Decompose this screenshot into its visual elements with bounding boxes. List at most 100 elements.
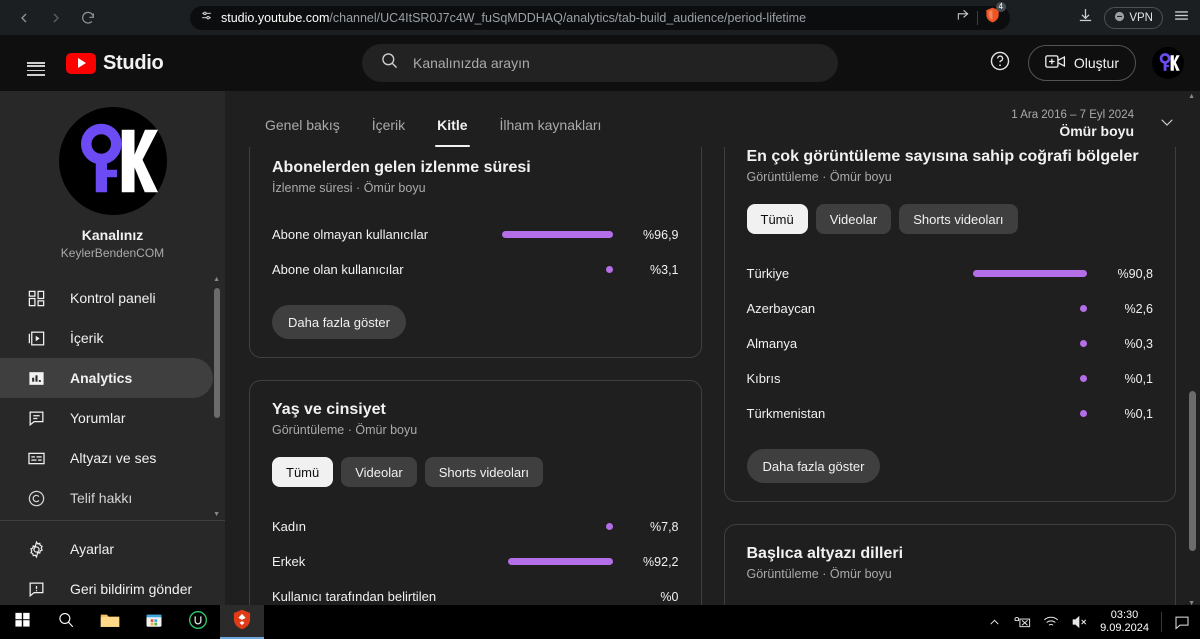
url-host: studio.youtube.com <box>221 10 330 25</box>
chip-videos[interactable]: Videolar <box>815 204 892 234</box>
vpn-button[interactable]: VPN <box>1104 6 1163 29</box>
clock[interactable]: 03:30 9.09.2024 <box>1100 609 1149 635</box>
sidebar-bottom-nav: Ayarlar Geri bildirim gönder <box>0 521 225 609</box>
site-settings-icon[interactable] <box>200 9 213 27</box>
row-label: Kıbrıs <box>746 371 781 386</box>
card-title: Başlıca altyazı dilleri <box>746 545 904 562</box>
studio-logo[interactable]: Studio <box>66 52 164 75</box>
tab-overview[interactable]: Genel bakış <box>249 117 356 147</box>
taskbar-brave-browser[interactable] <box>220 605 264 639</box>
back-arrow-icon <box>16 10 32 26</box>
date-range-selector[interactable]: 1 Ara 2016 – 7 Eyl 2024 Ömür boyu <box>1011 109 1176 139</box>
sidebar-item-label: Geri bildirim gönder <box>70 581 193 597</box>
studio-header: Studio Kanalınızda arayın Oluştur <box>0 35 1200 91</box>
chip-shorts[interactable]: Shorts videoları <box>899 204 1018 234</box>
left-column: Abonelerden gelen izlenme süresi İzlenme… <box>249 147 702 609</box>
tab-content[interactable]: İçerik <box>356 117 421 147</box>
data-row: Abone olmayan kullanıcılar %96,9 <box>272 217 679 252</box>
channel-avatar-icon <box>62 111 163 211</box>
taskbar-u-app[interactable] <box>176 605 220 639</box>
u-app-icon <box>188 610 208 635</box>
tab-inspiration[interactable]: İlham kaynakları <box>484 117 618 147</box>
row-bar-track <box>807 340 1097 347</box>
search-input[interactable]: Kanalınızda arayın <box>362 44 838 82</box>
taskbar-search-button[interactable] <box>44 605 88 639</box>
row-bar-track <box>315 558 622 565</box>
sidebar-item-analytics[interactable]: Analytics <box>0 358 213 398</box>
card-title: Abonelerden gelen izlenme süresi <box>272 159 531 176</box>
sidebar-item-label: İçerik <box>70 330 104 346</box>
download-icon[interactable] <box>1077 7 1094 29</box>
data-rows: Türkiye %90,8 Azerbaycan %2,6 Almanya %0… <box>747 256 1154 431</box>
sidebar-item-dashboard[interactable]: Kontrol paneli <box>0 278 213 318</box>
row-value: %96,9 <box>643 227 679 242</box>
sidebar-item-label: Yorumlar <box>70 410 126 426</box>
taskbar-microsoft-store[interactable] <box>132 605 176 639</box>
chip-all[interactable]: Tümü <box>272 457 334 487</box>
address-bar[interactable]: studio.youtube.com/channel/UC4ItSR0J7c4W… <box>190 2 1010 30</box>
chip-shorts[interactable]: Shorts videoları <box>424 457 544 487</box>
back-button[interactable] <box>10 4 38 32</box>
sidebar-item-feedback[interactable]: Geri bildirim gönder <box>0 569 213 609</box>
chip-videos[interactable]: Videolar <box>341 457 417 487</box>
card-subtitle: Görüntüleme · Ömür boyu <box>272 423 418 437</box>
feedback-icon <box>24 577 48 601</box>
row-label: Azerbaycan <box>746 301 816 316</box>
sidebar-item-content[interactable]: İçerik <box>0 318 213 358</box>
sidebar-scrollbar[interactable]: ▲ ▼ <box>213 276 221 518</box>
scroll-down-arrow[interactable]: ▼ <box>213 511 220 518</box>
shield-block-count: 4 <box>995 2 1006 12</box>
content-scrollbar-thumb[interactable] <box>1189 391 1196 551</box>
data-row: Kadın %7,8 <box>272 509 679 544</box>
volume-muted-icon[interactable] <box>1071 615 1088 629</box>
vpn-status-icon <box>1114 11 1125 25</box>
content-scrollbar[interactable]: ▲ ▼ <box>1188 91 1198 609</box>
keyboard-language-icon[interactable] <box>1013 616 1031 629</box>
windows-start-icon <box>14 611 31 633</box>
sidebar-item-comments[interactable]: Yorumlar <box>0 398 213 438</box>
row-bar <box>1080 375 1087 382</box>
wifi-icon[interactable] <box>1043 616 1059 629</box>
row-bar-track <box>835 410 1097 417</box>
guide-toggle-button[interactable] <box>16 43 56 83</box>
start-button[interactable] <box>0 605 44 639</box>
row-bar <box>1080 305 1087 312</box>
taskbar-file-explorer[interactable] <box>88 605 132 639</box>
date-range-text: 1 Ara 2016 – 7 Eyl 2024 Ömür boyu <box>1011 109 1134 139</box>
scroll-up-arrow[interactable]: ▲ <box>213 276 220 283</box>
row-label: Kullanıcı tarafından belirtilen <box>272 589 437 604</box>
share-icon[interactable] <box>956 8 970 27</box>
show-more-button[interactable]: Daha fazla göster <box>746 449 881 483</box>
forward-button[interactable] <box>42 4 70 32</box>
show-hidden-icons-icon[interactable] <box>988 616 1001 629</box>
analytics-cards: Abonelerden gelen izlenme süresi İzlenme… <box>225 147 1200 609</box>
show-more-button[interactable]: Daha fazla göster <box>272 305 406 339</box>
search-placeholder: Kanalınızda arayın <box>413 55 530 71</box>
sidebar-scrollbar-thumb[interactable] <box>214 288 220 418</box>
row-value: %90,8 <box>1117 266 1153 281</box>
scroll-up-arrow[interactable]: ▲ <box>1188 93 1195 100</box>
brave-browser-icon <box>232 609 252 635</box>
help-button[interactable] <box>988 51 1012 75</box>
sidebar-item-subtitles[interactable]: Altyazı ve ses <box>0 438 213 478</box>
avatar[interactable] <box>1152 47 1184 79</box>
reload-button[interactable] <box>74 4 102 32</box>
row-bar-track <box>414 266 623 273</box>
channel-avatar-large[interactable] <box>58 107 167 215</box>
create-video-icon <box>1045 53 1066 73</box>
windows-taskbar: 03:30 9.09.2024 <box>0 605 1200 639</box>
data-row: Azerbaycan %2,6 <box>747 291 1154 326</box>
tab-audience[interactable]: Kitle <box>421 117 483 147</box>
browser-menu-icon[interactable] <box>1173 7 1190 29</box>
sidebar-item-copyright[interactable]: Telif hakkı <box>0 478 213 518</box>
create-button[interactable]: Oluştur <box>1027 45 1136 81</box>
date-range-preset: Ömür boyu <box>1059 123 1134 139</box>
action-center-icon[interactable] <box>1174 615 1190 630</box>
chip-all[interactable]: Tümü <box>746 204 808 234</box>
chevron-down-icon[interactable] <box>1158 113 1176 136</box>
brave-shield-button[interactable]: 4 <box>985 2 1006 28</box>
reload-icon <box>80 10 96 26</box>
card-subtitle: İzlenme süresi · Ömür boyu <box>272 181 426 195</box>
tab-label: Genel bakış <box>265 117 340 133</box>
sidebar-item-settings[interactable]: Ayarlar <box>0 529 213 569</box>
